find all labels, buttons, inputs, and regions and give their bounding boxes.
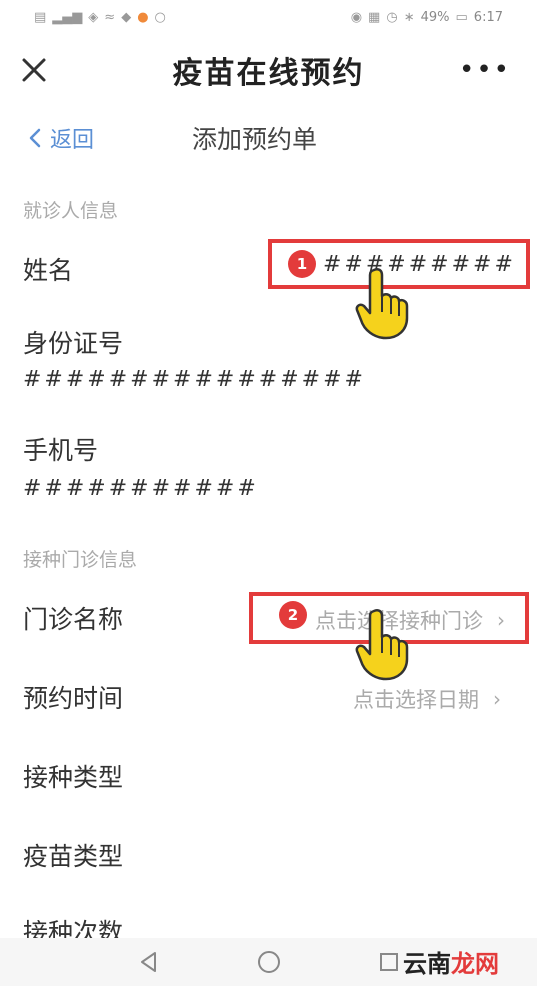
watermark-right: 龙网: [451, 950, 499, 978]
chevron-right-icon: ›: [497, 608, 505, 632]
battery-percent: 49%: [420, 9, 450, 25]
step-2-badge: 2: [279, 601, 307, 629]
status-right: ◉ ▦ ◷ ∗ 49% ▭ 6:17: [351, 10, 503, 25]
chevron-left-icon: [29, 128, 41, 148]
nfc-icon: ≈: [104, 9, 116, 25]
watermark-left: 云南: [403, 950, 451, 978]
nav-back-button[interactable]: [134, 947, 164, 977]
sub-nav: 返回 添加预约单: [0, 106, 537, 168]
nav-home-button[interactable]: [254, 947, 284, 977]
name-label: 姓名: [23, 256, 74, 285]
eye-icon: ◉: [350, 9, 363, 25]
phone-label: 手机号: [23, 436, 99, 465]
watermark-logo: 云南龙网: [403, 944, 499, 979]
subnav-title: 添加预约单: [192, 125, 318, 154]
section-clinic-label: 接种门诊信息: [23, 549, 138, 571]
type-label[interactable]: 接种类型: [23, 758, 123, 794]
clinic-label: 门诊名称: [23, 605, 124, 634]
alarm-icon: ◷: [386, 9, 398, 25]
circle-home-icon: [257, 951, 280, 973]
status-bar: ▤ ▂▄▆ ◈ ≈ ◆ ● ○ ◉ ▦ ◷ ∗ 49% ▭ 6:17: [0, 0, 537, 34]
close-icon: [22, 58, 46, 82]
section-patient-label: 就诊人信息: [23, 200, 119, 222]
page-title: 疫苗在线预约: [172, 56, 365, 91]
phone-value[interactable]: ###########: [23, 476, 259, 501]
bluetooth-icon: ∗: [403, 9, 415, 25]
sim-icon: ▤: [34, 9, 47, 25]
id-value[interactable]: ################: [23, 367, 366, 392]
shield-icon: ◆: [121, 9, 132, 25]
back-button[interactable]: 返回: [28, 122, 94, 154]
close-button[interactable]: [16, 52, 52, 88]
pointing-hand-icon: [355, 267, 409, 340]
status-left-icons: ▤ ▂▄▆ ◈ ≈ ◆ ● ○: [34, 10, 166, 25]
person-icon: ●: [137, 9, 149, 25]
title-bar: 疫苗在线预约 •••: [0, 34, 537, 106]
signal-icon: ▂▄▆: [52, 9, 83, 25]
date-placeholder: 点击选择日期: [353, 688, 479, 712]
triangle-back-icon: [140, 952, 156, 972]
vaccine-label[interactable]: 疫苗类型: [23, 837, 123, 873]
date-picker[interactable]: 点击选择日期 ›: [353, 684, 501, 714]
battery-icon: ▭: [455, 9, 468, 25]
more-button[interactable]: •••: [459, 57, 511, 83]
step-1-badge: 1: [288, 250, 316, 278]
back-label: 返回: [50, 128, 95, 153]
square-recents-icon: [379, 953, 398, 971]
nfc-badge-icon: ▦: [368, 9, 381, 25]
nav-recents-button[interactable]: [374, 947, 404, 977]
time-label: 预约时间: [23, 684, 124, 713]
status-time: 6:17: [473, 9, 503, 25]
wifi-icon: ◈: [88, 9, 99, 25]
chevron-right-icon: ›: [493, 687, 501, 711]
id-label: 身份证号: [23, 329, 124, 358]
pointing-hand-icon: [355, 608, 409, 681]
chat-icon: ○: [154, 9, 166, 25]
